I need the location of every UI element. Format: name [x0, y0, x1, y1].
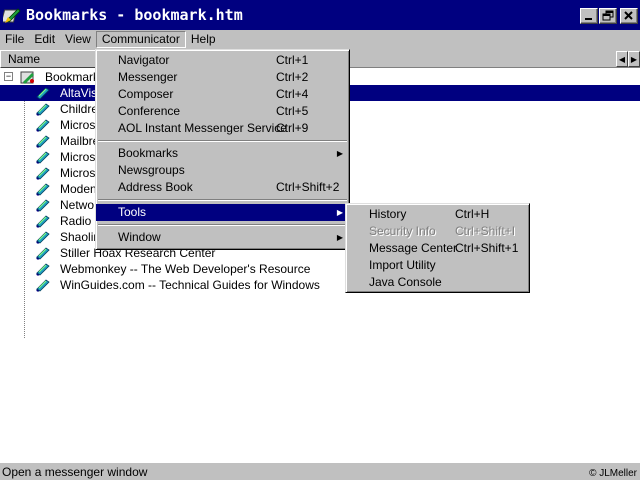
bookmark-label: Childre — [60, 102, 99, 116]
bookmark-label: Moden — [60, 182, 97, 196]
menu-edit[interactable]: Edit — [29, 31, 60, 48]
minimize-button[interactable] — [580, 8, 598, 24]
menu-item-history[interactable]: History Ctrl+H — [346, 206, 529, 223]
menu-item-address-book[interactable]: Address Book Ctrl+Shift+2 — [96, 179, 349, 196]
menu-item-messenger[interactable]: Messenger Ctrl+2 — [96, 69, 349, 86]
copyright-text: © JLMeller — [589, 468, 637, 479]
bookmark-icon — [36, 87, 50, 100]
submenu-arrow-icon: ▶ — [336, 149, 343, 158]
menu-file[interactable]: File — [0, 31, 29, 48]
menu-bar: File Edit View Communicator Help — [0, 30, 640, 49]
bookmark-label: Radio — [60, 214, 92, 228]
status-text: Open a messenger window — [2, 465, 148, 479]
bookmark-icon — [36, 247, 50, 260]
bookmark-icon — [36, 135, 50, 148]
collapse-icon[interactable]: − — [4, 72, 13, 81]
close-button[interactable] — [620, 8, 638, 24]
restore-button[interactable] — [599, 8, 617, 24]
bookmark-folder-icon — [20, 71, 34, 84]
menu-item-security-info: Security Info Ctrl+Shift+I — [369, 224, 516, 238]
menu-separator — [98, 224, 347, 226]
bookmark-icon — [36, 199, 50, 212]
menu-item-conference[interactable]: Conference Ctrl+5 — [96, 103, 349, 120]
menu-item-navigator[interactable]: Navigator Ctrl+1 — [96, 52, 349, 69]
bookmark-icon — [36, 151, 50, 164]
submenu-arrow-icon: ▶ — [336, 208, 343, 217]
menu-item-bookmarks[interactable]: Bookmarks ▶ — [96, 145, 349, 162]
bookmark-row[interactable]: WinGuides.com -- Technical Guides for Wi… — [0, 277, 640, 293]
menu-separator — [98, 199, 347, 201]
restore-icon — [602, 10, 614, 21]
bookmark-icon — [36, 279, 50, 292]
menu-item-composer[interactable]: Composer Ctrl+4 — [96, 86, 349, 103]
tools-submenu: History Ctrl+H Security Info Ctrl+Shift+… — [345, 203, 530, 293]
title-bar[interactable]: Bookmarks - bookmark.htm — [0, 0, 640, 30]
menu-item-import-utility[interactable]: Import Utility — [346, 257, 529, 274]
scroll-left-button[interactable]: ◀ — [616, 51, 628, 67]
bookmark-row[interactable]: Webmonkey -- The Web Developer's Resourc… — [0, 261, 640, 277]
menu-view[interactable]: View — [60, 31, 96, 48]
communicator-menu: Navigator Ctrl+1 Messenger Ctrl+2 Compos… — [95, 49, 350, 250]
tree-root-label: Bookmark — [45, 70, 100, 84]
menu-item-java-console[interactable]: Java Console — [346, 274, 529, 291]
arrow-right-icon: ▶ — [630, 54, 638, 64]
window-controls — [580, 8, 638, 24]
bookmark-label: Micros — [60, 150, 96, 164]
status-bar: Open a messenger window © JLMeller — [0, 462, 640, 480]
bookmarks-app-icon[interactable] — [0, 5, 23, 25]
bookmark-label: Mailbre — [60, 134, 100, 148]
bookmark-icon — [36, 231, 50, 244]
submenu-arrow-icon: ▶ — [336, 233, 343, 242]
menu-item-message-center[interactable]: Message Center Ctrl+Shift+1 — [346, 240, 529, 257]
minimize-icon — [585, 18, 592, 20]
bookmark-icon — [36, 183, 50, 196]
menu-separator — [98, 140, 347, 142]
menu-item-window[interactable]: Window ▶ — [96, 229, 349, 246]
menu-item-tools[interactable]: Tools ▶ — [96, 204, 349, 221]
bookmark-label: Micros — [60, 166, 96, 180]
menu-help[interactable]: Help — [186, 31, 221, 48]
bookmark-icon — [36, 103, 50, 116]
bookmark-label: Micros — [60, 118, 96, 132]
scroll-right-button[interactable]: ▶ — [628, 51, 640, 67]
bookmark-label: AltaVis — [60, 86, 98, 100]
window-title: Bookmarks - bookmark.htm — [26, 6, 243, 24]
bookmark-label: Webmonkey -- The Web Developer's Resourc… — [60, 262, 311, 276]
column-scroll: ◀ ▶ — [616, 51, 640, 67]
column-header-name[interactable]: Name — [0, 50, 96, 68]
arrow-left-icon: ◀ — [618, 54, 626, 64]
bookmark-label: WinGuides.com -- Technical Guides for Wi… — [60, 278, 320, 292]
bookmark-icon — [36, 167, 50, 180]
close-icon — [624, 11, 633, 20]
bookmark-icon — [36, 119, 50, 132]
menu-communicator[interactable]: Communicator — [95, 31, 186, 48]
bookmark-icon — [36, 215, 50, 228]
bookmark-label: Netwo — [60, 198, 95, 212]
menu-item-newsgroups[interactable]: Newsgroups — [96, 162, 349, 179]
bookmark-icon — [36, 263, 50, 276]
menu-item-aim[interactable]: AOL Instant Messenger Service Ctrl+9 — [96, 120, 349, 137]
